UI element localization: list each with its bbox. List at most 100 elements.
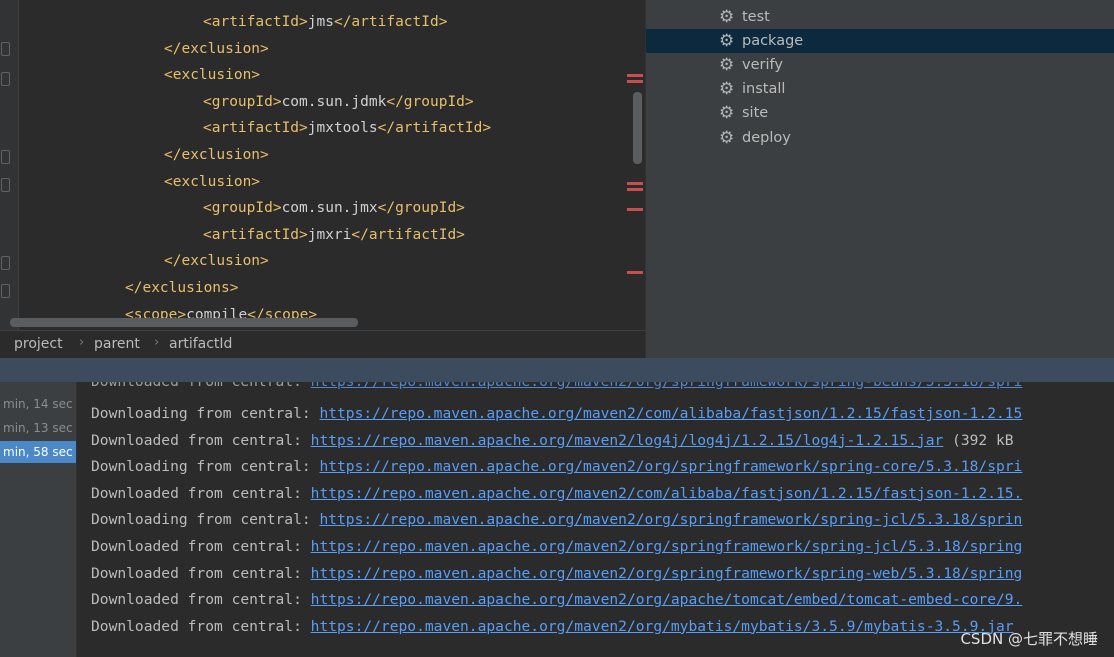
editor-horizontal-scrollbar[interactable] [10,318,358,327]
lifecycle-item-verify[interactable]: ⚙ verify [646,53,1114,77]
code-line[interactable]: <groupId>com.sun.jdmk</groupId> [203,89,474,115]
lifecycle-label: deploy [742,130,791,146]
console-line: Downloaded from central: https://repo.ma… [91,587,1022,613]
download-link[interactable]: https://repo.maven.apache.org/maven2/log… [311,432,944,449]
download-link[interactable]: https://repo.maven.apache.org/maven2/org… [311,565,1023,582]
download-link[interactable]: https://repo.maven.apache.org/maven2/org… [319,511,1022,528]
xml-open-tag: </exclusions> [125,280,239,296]
download-link[interactable]: https://repo.maven.apache.org/maven2/org… [311,618,1014,635]
code-line[interactable]: </exclusions> [125,275,239,301]
code-editor[interactable]: <artifactId>jms</artifactId> </exclusion>… [0,0,645,330]
xml-close-tag: </groupId> [377,200,465,217]
console-line: Downloaded from central: https://repo.ma… [91,428,1014,454]
editor-vertical-scrollbar[interactable] [633,92,642,164]
console-prefix: Downloading from central: [91,458,320,476]
error-stripe-mark[interactable] [627,271,643,274]
console-suffix: (392 kB [943,431,1014,449]
run-tool-window-header[interactable] [0,358,1114,382]
download-link[interactable]: https://repo.maven.apache.org/maven2/org… [319,458,1022,475]
lifecycle-item-package[interactable]: ⚙ package [646,29,1114,53]
error-stripe-mark[interactable] [627,208,643,211]
run-history-item-selected[interactable]: min, 58 sec [0,441,76,463]
console-line: Downloaded from central: https://repo.ma… [91,561,1022,587]
run-history-item[interactable]: min, 14 sec [0,393,76,415]
code-line[interactable]: <artifactId>jmxtools</artifactId> [203,115,491,141]
xml-text: jmxtools [307,120,378,137]
lifecycle-label: verify [742,57,783,73]
xml-open-tag: <artifactId> [203,14,308,30]
code-line[interactable]: <groupId>com.sun.jmx</groupId> [203,195,465,221]
lifecycle-label: package [742,33,804,49]
fold-marker[interactable] [1,42,10,56]
console-prefix: Downloaded from central: [91,617,311,635]
console-line: Downloading from central: https://repo.m… [91,507,1022,533]
xml-open-tag: </exclusion> [164,40,269,57]
fold-marker[interactable] [1,284,10,298]
download-link[interactable]: https://repo.maven.apache.org/maven2/org… [311,538,1023,555]
console-line: Downloaded from central: https://repo.ma… [91,614,1014,640]
fold-marker[interactable] [1,256,10,270]
console-line: Downloaded from central: https://repo.ma… [91,534,1022,560]
gear-icon: ⚙ [719,128,735,148]
error-stripe-mark[interactable] [627,80,643,83]
code-line[interactable]: </exclusion> [164,142,269,168]
console-prefix: Downloaded from central: [91,431,311,449]
console-prefix: Downloading from central: [91,405,320,422]
fold-marker[interactable] [1,150,10,164]
breadcrumb-artifactid[interactable]: artifactId [169,336,232,352]
xml-close-tag: </artifactId> [377,120,492,137]
breadcrumb-project[interactable]: project [14,336,63,352]
code-line[interactable]: <artifactId>jms</artifactId> [203,9,447,35]
error-stripe-mark[interactable] [627,74,643,77]
console-prefix: Downloaded from central: [91,538,311,555]
chevron-right-icon: › [154,335,160,350]
code-line[interactable]: </exclusion> [164,36,269,62]
chevron-right-icon: › [79,335,85,350]
xml-open-tag: </exclusion> [164,147,269,163]
download-link[interactable]: https://repo.maven.apache.org/maven2/com… [319,405,1022,422]
console-prefix: Downloading from central: [91,511,320,529]
console-line: Downloaded from central: https://repo.ma… [91,481,1022,507]
error-stripe-mark[interactable] [627,182,643,185]
fold-marker[interactable] [1,72,10,86]
console-prefix: Downloaded from central: [91,564,311,582]
xml-text: jmxri [307,226,352,243]
run-history-list: min, 14 sec min, 13 sec min, 58 sec [0,382,77,657]
lifecycle-item-deploy[interactable]: ⚙ deploy [646,126,1114,150]
lifecycle-label: test [742,9,770,25]
code-line[interactable]: <exclusion> [164,62,260,88]
code-line[interactable]: <artifactId>jmxri</artifactId> [203,222,465,248]
lifecycle-item-test[interactable]: ⚙ test [646,5,1114,29]
gear-icon: ⚙ [719,103,735,123]
gear-icon: ⚙ [719,7,735,27]
run-history-item[interactable]: min, 13 sec [0,417,76,439]
gear-icon: ⚙ [719,79,735,99]
maven-tool-window: ⚙ test ⚙ package ⚙ verify ⚙ install ⚙ si… [645,0,1114,358]
console-prefix: Downloaded from central: [91,591,311,609]
console-output[interactable]: Downloaded from central: https://repo.ma… [77,382,1114,657]
xml-open-tag: </exclusion> [164,253,269,270]
download-link[interactable]: https://repo.maven.apache.org/maven2/com… [311,485,1023,502]
xml-close-tag: </artifactId> [333,14,448,30]
download-link[interactable]: https://repo.maven.apache.org/maven2/org… [311,591,1023,608]
xml-open-tag: <artifactId> [203,226,308,243]
gear-icon: ⚙ [719,55,735,75]
gear-icon: ⚙ [719,31,735,51]
editor-gutter [0,0,19,330]
code-line[interactable]: <exclusion> [164,169,260,195]
code-line[interactable]: </exclusion> [164,248,269,274]
xml-text: com.sun.jdmk [281,93,387,110]
xml-open-tag: <groupId> [203,93,282,110]
xml-text: com.sun.jmx [281,200,378,217]
lifecycle-item-install[interactable]: ⚙ install [646,77,1114,101]
lifecycle-item-site[interactable]: ⚙ site [646,101,1114,125]
xml-text: jms [307,14,334,30]
xml-open-tag: <exclusion> [164,173,261,190]
fold-marker[interactable] [1,178,10,192]
breadcrumb-parent[interactable]: parent [94,336,140,352]
xml-open-tag: <artifactId> [203,120,308,137]
console-line: Downloading from central: https://repo.m… [91,401,1022,427]
lifecycle-label: site [742,105,769,121]
error-stripe-mark[interactable] [627,188,643,191]
xml-open-tag: <exclusion> [164,67,261,84]
